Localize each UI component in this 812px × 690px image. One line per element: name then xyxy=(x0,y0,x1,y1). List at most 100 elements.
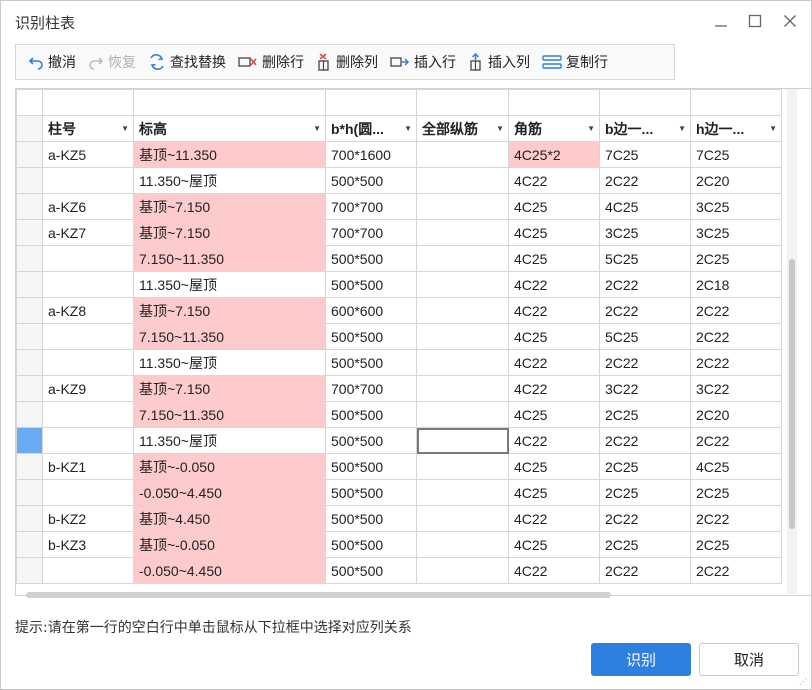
cell-column-id[interactable] xyxy=(42,271,134,298)
cell-corner-bars[interactable]: 4C25 xyxy=(508,401,600,428)
cell-elevation[interactable]: 基顶~4.450 xyxy=(133,505,326,532)
cell-b-side-bars[interactable]: 2C22 xyxy=(599,557,691,584)
cell-column-id[interactable]: a-KZ5 xyxy=(42,141,134,168)
cell-section-size[interactable]: 500*500 xyxy=(325,479,417,506)
find-replace-button[interactable]: 查找替换 xyxy=(142,47,232,77)
cell-elevation[interactable]: 11.350~屋顶 xyxy=(133,271,326,298)
cell-all-longitudinal-bars[interactable] xyxy=(416,271,509,298)
cell-section-size[interactable]: 700*700 xyxy=(325,375,417,402)
cell-b-side-bars[interactable]: 3C22 xyxy=(599,375,691,402)
column-header-all-longitudinal-bars[interactable]: 全部纵筋 ▼ xyxy=(416,115,509,142)
mapping-cell[interactable] xyxy=(42,89,134,116)
vertical-scrollbar[interactable] xyxy=(787,89,797,594)
cell-h-side-bars[interactable]: 7C25 xyxy=(690,141,782,168)
row-header[interactable] xyxy=(16,375,43,402)
cell-corner-bars[interactable]: 4C22 xyxy=(508,557,600,584)
cell-corner-bars[interactable]: 4C25 xyxy=(508,245,600,272)
cell-b-side-bars[interactable]: 2C22 xyxy=(599,505,691,532)
row-header[interactable] xyxy=(16,505,43,532)
cell-corner-bars[interactable]: 4C25 xyxy=(508,193,600,220)
cell-elevation[interactable]: 11.350~屋顶 xyxy=(133,349,326,376)
cell-elevation[interactable]: -0.050~4.450 xyxy=(133,479,326,506)
cell-section-size[interactable]: 500*500 xyxy=(325,271,417,298)
cell-all-longitudinal-bars[interactable] xyxy=(416,193,509,220)
cell-all-longitudinal-bars[interactable] xyxy=(416,505,509,532)
cell-b-side-bars[interactable]: 2C22 xyxy=(599,167,691,194)
cell-elevation[interactable]: 基顶~7.150 xyxy=(133,297,326,324)
cell-h-side-bars[interactable]: 3C25 xyxy=(690,219,782,246)
mapping-cell[interactable] xyxy=(133,89,326,116)
cell-section-size[interactable]: 500*500 xyxy=(325,557,417,584)
row-header[interactable] xyxy=(16,401,43,428)
cell-column-id[interactable]: b-KZ3 xyxy=(42,531,134,558)
row-header[interactable] xyxy=(16,297,43,324)
cell-section-size[interactable]: 700*700 xyxy=(325,193,417,220)
mapping-cell[interactable] xyxy=(325,89,417,116)
cell-all-longitudinal-bars[interactable] xyxy=(416,219,509,246)
cell-elevation[interactable]: 11.350~屋顶 xyxy=(133,427,326,454)
cell-section-size[interactable]: 500*500 xyxy=(325,531,417,558)
cell-column-id[interactable] xyxy=(42,557,134,584)
column-header-corner-bars[interactable]: 角筋 ▼ xyxy=(508,115,600,142)
column-header-column-id[interactable]: 柱号 ▼ xyxy=(42,115,134,142)
row-header[interactable] xyxy=(16,245,43,272)
undo-button[interactable]: 撤消 xyxy=(22,47,82,77)
dropdown-arrow-icon[interactable]: ▼ xyxy=(404,124,412,133)
cell-h-side-bars[interactable]: 2C22 xyxy=(690,349,782,376)
cell-column-id[interactable] xyxy=(42,323,134,350)
row-header[interactable] xyxy=(16,89,43,116)
cell-section-size[interactable]: 600*600 xyxy=(325,297,417,324)
cell-corner-bars[interactable]: 4C25 xyxy=(508,453,600,480)
cell-b-side-bars[interactable]: 2C25 xyxy=(599,479,691,506)
cell-h-side-bars[interactable]: 3C22 xyxy=(690,375,782,402)
row-header[interactable] xyxy=(16,193,43,220)
cell-corner-bars[interactable]: 4C25 xyxy=(508,531,600,558)
row-header[interactable] xyxy=(16,271,43,298)
cell-all-longitudinal-bars[interactable] xyxy=(416,323,509,350)
cell-section-size[interactable]: 500*500 xyxy=(325,349,417,376)
cell-b-side-bars[interactable]: 2C22 xyxy=(599,271,691,298)
cell-h-side-bars[interactable]: 2C25 xyxy=(690,245,782,272)
cell-all-longitudinal-bars[interactable] xyxy=(416,479,509,506)
cell-all-longitudinal-bars[interactable] xyxy=(416,141,509,168)
cell-corner-bars[interactable]: 4C22 xyxy=(508,271,600,298)
cell-h-side-bars[interactable]: 4C25 xyxy=(690,453,782,480)
cell-section-size[interactable]: 500*500 xyxy=(325,401,417,428)
column-header-h-side-bars[interactable]: h边一... ▼ xyxy=(690,115,782,142)
cell-corner-bars[interactable]: 4C22 xyxy=(508,505,600,532)
cell-h-side-bars[interactable]: 3C25 xyxy=(690,193,782,220)
recognize-button[interactable]: 识别 xyxy=(591,643,691,676)
resize-grip-icon[interactable]: ⋰ xyxy=(799,677,807,686)
cell-column-id[interactable] xyxy=(42,349,134,376)
row-header[interactable] xyxy=(16,219,43,246)
cell-corner-bars[interactable]: 4C22 xyxy=(508,297,600,324)
dropdown-arrow-icon[interactable]: ▼ xyxy=(678,124,686,133)
cell-all-longitudinal-bars[interactable] xyxy=(416,427,509,454)
insert-col-button[interactable]: 插入列 xyxy=(462,47,536,77)
cell-elevation[interactable]: 7.150~11.350 xyxy=(133,323,326,350)
row-header[interactable] xyxy=(16,323,43,350)
cell-corner-bars[interactable]: 4C22 xyxy=(508,349,600,376)
cell-elevation[interactable]: 基顶~7.150 xyxy=(133,219,326,246)
dropdown-arrow-icon[interactable]: ▼ xyxy=(587,124,595,133)
cell-corner-bars[interactable]: 4C25 xyxy=(508,323,600,350)
cell-all-longitudinal-bars[interactable] xyxy=(416,375,509,402)
cell-b-side-bars[interactable]: 2C22 xyxy=(599,427,691,454)
cell-section-size[interactable]: 500*500 xyxy=(325,167,417,194)
dropdown-arrow-icon[interactable]: ▼ xyxy=(121,124,129,133)
cell-section-size[interactable]: 700*1600 xyxy=(325,141,417,168)
cell-h-side-bars[interactable]: 2C22 xyxy=(690,297,782,324)
cell-column-id[interactable] xyxy=(42,245,134,272)
mapping-cell[interactable] xyxy=(599,89,691,116)
column-header-section-size[interactable]: b*h(圆... ▼ xyxy=(325,115,417,142)
row-header[interactable] xyxy=(16,531,43,558)
vertical-scroll-thumb[interactable] xyxy=(789,259,795,529)
cell-section-size[interactable]: 500*500 xyxy=(325,453,417,480)
cell-section-size[interactable]: 500*500 xyxy=(325,245,417,272)
cell-all-longitudinal-bars[interactable] xyxy=(416,453,509,480)
dropdown-arrow-icon[interactable]: ▼ xyxy=(769,124,777,133)
row-header[interactable] xyxy=(16,141,43,168)
column-header-b-side-bars[interactable]: b边一... ▼ xyxy=(599,115,691,142)
cell-corner-bars[interactable]: 4C25*2 xyxy=(508,141,600,168)
cell-b-side-bars[interactable]: 5C25 xyxy=(599,323,691,350)
